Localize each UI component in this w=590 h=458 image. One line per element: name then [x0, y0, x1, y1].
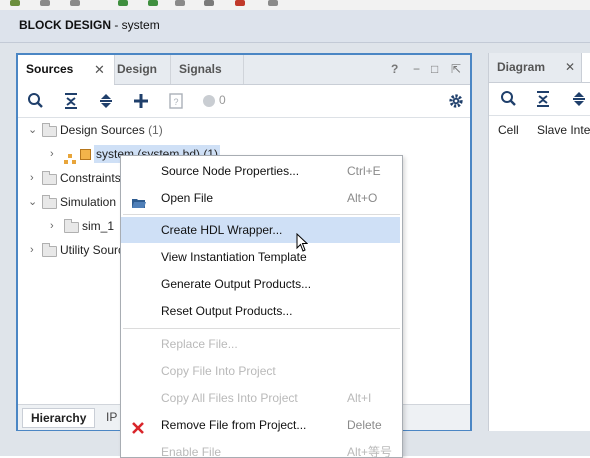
search-icon[interactable]: [26, 91, 46, 111]
window-title: BLOCK DESIGN - system: [19, 18, 160, 32]
block-design-icon: [64, 149, 76, 164]
search-icon[interactable]: [499, 89, 519, 112]
chevron-right-icon[interactable]: ›: [50, 221, 58, 232]
design-file-icon: [80, 149, 91, 160]
menu-item-reset-output-products[interactable]: Reset Output Products...: [121, 298, 400, 324]
open-folder-icon: [132, 192, 146, 208]
collapse-all-icon[interactable]: [61, 91, 81, 111]
gear-icon[interactable]: [446, 91, 466, 111]
run-icon[interactable]: [118, 0, 128, 6]
run-icon[interactable]: [148, 0, 158, 6]
maximize-icon[interactable]: □: [431, 62, 438, 76]
tree-node-label: Utility Sourc: [60, 243, 125, 257]
menu-item-open-file[interactable]: Open File Alt+O: [121, 185, 400, 211]
folder-icon: [64, 219, 79, 233]
sources-tabbar: Sources ✕ Design Signals ? − □ ⇱: [18, 55, 470, 85]
folder-icon: [42, 171, 57, 185]
add-sources-icon[interactable]: [131, 91, 151, 111]
tab-hierarchy[interactable]: Hierarchy: [22, 408, 96, 428]
menu-separator: [123, 328, 400, 329]
menu-item-shortcut: Alt+等号: [347, 445, 393, 458]
context-menu: Source Node Properties... Ctrl+E Open Fi…: [120, 155, 403, 458]
chevron-right-icon[interactable]: ›: [30, 173, 38, 184]
menu-item-shortcut: Alt+O: [347, 191, 378, 205]
menu-item-shortcut: Alt+I: [347, 391, 372, 405]
menu-item-remove-file-from-project[interactable]: Remove File from Project... Delete: [121, 412, 400, 438]
help-icon[interactable]: ?: [391, 62, 398, 76]
tree-node-label: Design Sources (1): [60, 123, 163, 137]
messages-indicator[interactable]: 0: [201, 91, 241, 111]
menu-item-enable-file[interactable]: Enable File Alt+等号: [121, 439, 400, 458]
tab-label: Design: [117, 62, 158, 76]
expand-all-icon[interactable]: [96, 91, 116, 111]
expand-all-icon[interactable]: [569, 89, 589, 112]
menu-item-label: Source Node Properties...: [161, 164, 300, 178]
float-icon[interactable]: ⇱: [451, 62, 461, 76]
properties-icon[interactable]: ?: [166, 91, 186, 111]
menu-item-label: Open File: [161, 191, 214, 205]
diagram-toolbar: [489, 83, 590, 116]
close-icon[interactable]: ✕: [565, 60, 575, 74]
tree-node-label: Simulation: [60, 195, 117, 209]
toolbar-icon[interactable]: [235, 0, 245, 6]
remove-icon: [131, 418, 145, 434]
minimize-icon[interactable]: −: [413, 62, 420, 76]
menu-item-label: Copy All Files Into Project: [161, 391, 298, 405]
tree-node-label: sim_1: [82, 219, 115, 233]
tab-signals[interactable]: Signals: [170, 55, 244, 84]
menu-item-label: Copy File Into Project: [161, 364, 276, 378]
menu-item-label: Generate Output Products...: [161, 277, 312, 291]
menu-item-label: View Instantiation Template: [161, 250, 307, 264]
tree-node-design-sources[interactable]: ⌄ Design Sources (1): [26, 119, 266, 141]
block-design-titlebar: BLOCK DESIGN - system: [0, 10, 590, 43]
tab-label: Sources: [26, 62, 74, 76]
diagram-panel: Diagram ✕ Cell Slave Inte: [488, 53, 590, 431]
message-count: 0: [219, 93, 226, 107]
tab-label: Signals: [179, 62, 222, 76]
menu-item-copy-file-into-project[interactable]: Copy File Into Project: [121, 358, 400, 384]
mouse-cursor-icon: [296, 232, 309, 253]
menu-item-label: Replace File...: [161, 337, 238, 351]
menu-item-view-instantiation-template[interactable]: View Instantiation Template: [121, 244, 400, 270]
chevron-down-icon[interactable]: ⌄: [28, 197, 37, 208]
close-icon[interactable]: ✕: [94, 62, 105, 78]
folder-icon: [42, 195, 57, 209]
toolbar-icon[interactable]: [175, 0, 185, 6]
menu-item-label: Enable File: [161, 445, 222, 458]
menu-item-replace-file[interactable]: Replace File...: [121, 331, 400, 357]
diagram-tabbar: Diagram ✕: [489, 53, 590, 83]
menu-separator: [123, 214, 400, 215]
tab-design[interactable]: Design: [114, 55, 173, 84]
chevron-right-icon[interactable]: ›: [30, 245, 38, 256]
menu-item-shortcut: Ctrl+E: [347, 164, 381, 178]
collapse-all-icon[interactable]: [533, 89, 553, 112]
folder-icon: [42, 123, 57, 137]
toolbar-icon[interactable]: [70, 0, 80, 6]
chevron-right-icon[interactable]: ›: [50, 149, 58, 160]
menu-item-create-hdl-wrapper[interactable]: Create HDL Wrapper...: [121, 217, 400, 243]
column-header-slave-interface[interactable]: Slave Inte: [537, 123, 590, 137]
menu-item-label: Create HDL Wrapper...: [161, 223, 283, 237]
tab-diagram[interactable]: Diagram: [497, 60, 545, 74]
menu-item-label: Remove File from Project...: [161, 418, 307, 432]
toolbar-icon[interactable]: [268, 0, 278, 6]
menu-item-shortcut: Delete: [347, 418, 382, 432]
chevron-down-icon[interactable]: ⌄: [28, 125, 37, 136]
menu-item-source-node-properties[interactable]: Source Node Properties... Ctrl+E: [121, 158, 400, 184]
tree-node-label: Constraints: [60, 171, 121, 185]
menu-item-copy-all-files-into-project[interactable]: Copy All Files Into Project Alt+I: [121, 385, 400, 411]
settings-icon[interactable]: [204, 0, 214, 6]
menu-item-label: Reset Output Products...: [161, 304, 293, 318]
sources-toolbar: ? 0: [18, 85, 470, 118]
toolbar-icon[interactable]: [10, 0, 20, 6]
menu-item-generate-output-products[interactable]: Generate Output Products...: [121, 271, 400, 297]
folder-icon: [42, 243, 57, 257]
toolbar-icon[interactable]: [40, 0, 50, 6]
tab-address-editor[interactable]: [581, 53, 590, 82]
svg-text:?: ?: [173, 97, 178, 107]
column-header-cell[interactable]: Cell: [498, 123, 519, 137]
